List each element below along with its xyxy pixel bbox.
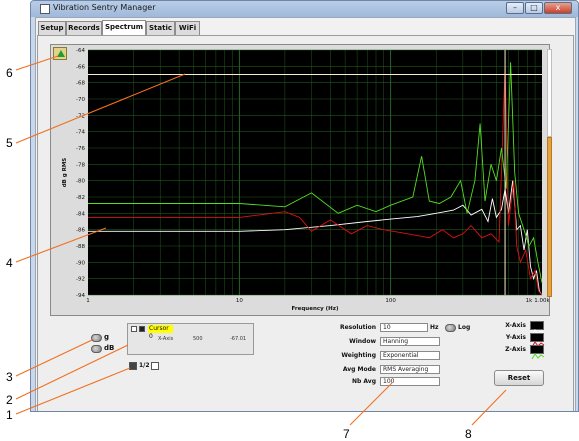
- y-tick-label: -84: [76, 211, 85, 217]
- log-label: Log: [458, 324, 471, 331]
- y-tick-label: -86: [76, 228, 85, 234]
- cursor-name[interactable]: Cursor 0: [148, 325, 173, 340]
- y-tick-label: -88: [76, 244, 85, 250]
- avg-mode-select[interactable]: RMS Averaging: [380, 365, 440, 374]
- x-tick-label: 1.00k: [534, 298, 550, 304]
- y-tick-label: -78: [76, 162, 85, 168]
- x-tick-label: 1k: [526, 298, 533, 304]
- y-axis-title: dB g RMS: [62, 158, 68, 188]
- x-tick-label: 10: [236, 298, 243, 304]
- y-tick-label: -74: [76, 130, 85, 136]
- resolution-label: Resolution: [339, 324, 376, 331]
- y-tick-label: -94: [76, 293, 85, 299]
- callout-7: 7: [343, 427, 350, 441]
- spectrum-chart[interactable]: -64 -66 -68 -70 -72 -74 -76 -78 -80 -82 -84 -86 -88 -…: [0, 0, 579, 441]
- resolution-field[interactable]: 10: [380, 323, 428, 332]
- y-tick-label: -70: [76, 97, 85, 103]
- window-select[interactable]: Hanning: [380, 337, 440, 346]
- log-toggle[interactable]: [445, 324, 456, 332]
- y-tick-label: -82: [76, 195, 85, 201]
- y-tick-label: -92: [76, 277, 85, 283]
- unit-g-label: g: [104, 333, 110, 341]
- cursor-expand-icon[interactable]: [131, 326, 137, 332]
- legend-x-swatch[interactable]: [530, 321, 545, 336]
- y-tick-label: -68: [76, 81, 85, 87]
- y-tick-label: -76: [76, 146, 85, 152]
- level-bar: [547, 137, 552, 297]
- unit-db-label: dB: [104, 344, 115, 352]
- legend-z-swatch[interactable]: [530, 345, 545, 360]
- y-tick-label: -72: [76, 113, 85, 119]
- y-tick-label: -66: [76, 64, 85, 70]
- callout-8: 8: [465, 427, 472, 441]
- avg-mode-label: Avg Mode: [342, 366, 376, 373]
- unit-db-radio[interactable]: [91, 345, 102, 353]
- y-tick-label: -80: [76, 179, 85, 185]
- x-tick-label: 100: [385, 298, 396, 304]
- callout-3: 3: [6, 370, 13, 384]
- cursor-x-value: 500: [193, 336, 203, 342]
- pager-next-icon[interactable]: [151, 362, 159, 370]
- callout-1: 1: [6, 408, 13, 422]
- x-tick-label: 1: [86, 298, 90, 304]
- callout-4: 4: [6, 256, 13, 270]
- autoscale-up-icon[interactable]: [53, 47, 67, 60]
- weighting-label: Weighting: [341, 352, 376, 359]
- weighting-select[interactable]: Exponential: [380, 351, 440, 360]
- pager-value: 1/2: [139, 362, 150, 369]
- legend-y-label: Y-Axis: [505, 334, 526, 341]
- nb-avg-label: Nb Avg: [351, 378, 376, 385]
- reset-button[interactable]: Reset: [494, 370, 544, 386]
- callout-5: 5: [6, 136, 13, 150]
- screenshot-stage: Vibration Sentry Manager – □ x Setup Rec…: [0, 0, 579, 441]
- pager-prev-icon[interactable]: [129, 362, 137, 370]
- cursor-style-icon[interactable]: [139, 326, 145, 332]
- cursor-y-value: -67.01: [230, 336, 247, 342]
- legend-y-swatch[interactable]: [530, 333, 545, 348]
- plot-area: [88, 50, 542, 295]
- x-axis-title: Frequency (Hz): [292, 306, 339, 312]
- y-tick-label: -90: [76, 260, 85, 266]
- cursor-axis: X-Axis: [158, 336, 174, 342]
- legend-x-label: X-Axis: [505, 322, 526, 329]
- callout-6: 6: [6, 66, 13, 80]
- unit-g-radio[interactable]: [91, 334, 102, 342]
- resolution-unit: Hz: [430, 324, 439, 331]
- callout-2: 2: [6, 393, 13, 407]
- window-label: Window: [349, 338, 376, 345]
- nb-avg-field[interactable]: 100: [380, 377, 440, 386]
- legend-z-label: Z-Axis: [505, 346, 526, 353]
- level-bar-top: [547, 49, 552, 137]
- y-tick-label: -64: [76, 48, 85, 54]
